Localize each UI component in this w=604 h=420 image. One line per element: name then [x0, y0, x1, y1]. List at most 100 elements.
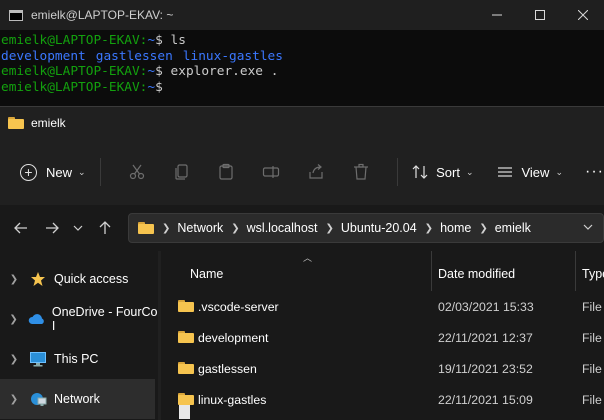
column-header-date[interactable]: Date modified: [438, 267, 515, 281]
sort-icon: [412, 165, 428, 179]
more-options-button[interactable]: ···: [585, 163, 604, 181]
dir-entry: development: [1, 48, 86, 64]
address-bar-row: ❯ Network ❯ wsl.localhost ❯ Ubuntu-20.04…: [0, 205, 604, 251]
nav-item-onedrive[interactable]: ❯ OneDrive - FourCo I: [0, 299, 158, 339]
nav-item-quick-access[interactable]: ❯ Quick access: [0, 259, 158, 299]
chevron-down-icon: ⌄: [465, 166, 474, 177]
maximize-button[interactable]: [518, 0, 561, 30]
file-row[interactable]: development 22/11/2021 12:37 File f: [161, 322, 604, 353]
close-icon: [577, 10, 588, 20]
back-button[interactable]: [6, 222, 37, 234]
sort-button[interactable]: Sort ⌄: [412, 164, 473, 180]
file-date: 02/03/2021 15:33: [438, 299, 534, 314]
rename-button[interactable]: [249, 163, 294, 181]
dir-entry: gastlessen: [95, 48, 173, 64]
minimize-icon: [491, 14, 502, 16]
arrow-up-icon: [99, 221, 111, 234]
nav-label: Quick access: [54, 272, 129, 286]
expand-chevron-icon[interactable]: ❯: [0, 314, 21, 325]
share-icon: [309, 164, 323, 179]
view-icon: [498, 167, 513, 177]
column-header-row: ︿ Name Date modified Type: [161, 251, 604, 291]
file-date: 22/11/2021 12:37: [438, 330, 533, 345]
breadcrumb-home[interactable]: home: [440, 221, 471, 235]
nav-item-network[interactable]: ❯ Network: [0, 379, 155, 419]
cwd-text: ~: [147, 64, 156, 79]
recent-locations-button[interactable]: [67, 225, 89, 231]
file-name: linux-gastles: [198, 392, 267, 407]
delete-button[interactable]: [338, 163, 383, 181]
folder-icon: [8, 117, 24, 129]
folder-icon: [178, 362, 194, 374]
command-text: ls: [170, 33, 186, 48]
file-row[interactable]: linux-gastles 22/11/2021 15:09 File f: [161, 384, 604, 415]
file-type: File f: [582, 392, 604, 407]
copy-button[interactable]: [159, 163, 204, 181]
prompt-text: emielk@LAPTOP-EKAV:: [1, 79, 148, 95]
cut-button[interactable]: [115, 163, 160, 181]
nav-label: This PC: [54, 352, 99, 366]
terminal-icon: [9, 9, 23, 21]
file-row[interactable]: gastlessen 19/11/2021 23:52 File f: [161, 353, 604, 384]
cloud-icon: [27, 311, 46, 327]
address-dropdown-icon[interactable]: [583, 222, 593, 233]
ls-output-line: development gastlessen linux-gastles: [1, 49, 604, 65]
file-row[interactable]: .vscode-server 02/03/2021 15:33 File f: [161, 291, 604, 322]
view-label: View: [521, 164, 550, 180]
chevron-down-icon: [73, 225, 83, 231]
sort-ascending-icon: ︿: [303, 253, 313, 263]
breadcrumb-network[interactable]: Network: [177, 221, 223, 235]
file-list: ︿ Name Date modified Type .vscode-server…: [161, 251, 604, 420]
up-button[interactable]: [89, 221, 120, 235]
nav-label: Network: [54, 392, 100, 406]
command-bar: + New ⌄ Sort ⌄ View ⌄ ···: [0, 139, 604, 205]
breadcrumb-separator: ❯: [162, 222, 171, 234]
chevron-down-icon: ⌄: [555, 166, 563, 177]
view-button[interactable]: View ⌄: [497, 164, 563, 180]
close-button[interactable]: [561, 0, 604, 30]
terminal-line: emielk@LAPTOP-EKAV:~$: [1, 79, 171, 95]
column-divider[interactable]: [431, 251, 432, 291]
breadcrumb-separator: ❯: [231, 222, 240, 234]
breadcrumb-emielk[interactable]: emielk: [495, 221, 531, 235]
command-text: explorer.exe .: [170, 64, 279, 79]
file-type: File f: [582, 361, 604, 376]
explorer-title: emielk: [31, 116, 66, 130]
new-label: New: [46, 164, 73, 180]
terminal-window: emielk@LAPTOP-EKAV: ~ emielk@LAPTOP-EKAV…: [0, 0, 604, 108]
folder-icon: [138, 222, 155, 234]
toolbar-divider: [99, 158, 101, 186]
folder-icon: [178, 393, 194, 405]
toolbar-divider: [397, 158, 399, 186]
breadcrumb-wsl[interactable]: wsl.localhost: [247, 221, 318, 235]
paste-button[interactable]: [204, 163, 249, 181]
expand-chevron-icon[interactable]: ❯: [0, 354, 22, 365]
terminal-titlebar[interactable]: emielk@LAPTOP-EKAV: ~: [0, 0, 604, 30]
new-button[interactable]: + New ⌄: [20, 163, 86, 181]
breadcrumb-ubuntu[interactable]: Ubuntu-20.04: [341, 221, 417, 235]
share-button[interactable]: [294, 163, 339, 181]
arrow-left-icon: [14, 222, 28, 234]
column-header-name[interactable]: Name: [190, 267, 223, 281]
terminal-output[interactable]: emielk@LAPTOP-EKAV:~$ ls development gast…: [0, 30, 604, 95]
plus-icon: +: [20, 163, 37, 181]
chevron-down-icon: ⌄: [78, 166, 86, 177]
breadcrumb-separator: ❯: [479, 222, 488, 234]
monitor-icon: [28, 351, 48, 367]
expand-chevron-icon[interactable]: ❯: [0, 274, 22, 285]
minimize-button[interactable]: [475, 0, 518, 30]
expand-chevron-icon[interactable]: ❯: [0, 394, 22, 405]
forward-button[interactable]: [37, 222, 68, 234]
terminal-line: emielk@LAPTOP-EKAV:~$ explorer.exe .: [1, 64, 279, 79]
explorer-titlebar[interactable]: emielk: [0, 107, 604, 139]
file-type: File f: [582, 299, 604, 314]
breadcrumb-separator: ❯: [424, 222, 434, 234]
column-header-type[interactable]: Type: [582, 267, 604, 281]
file-type: File f: [582, 330, 604, 345]
address-bar[interactable]: ❯ Network ❯ wsl.localhost ❯ Ubuntu-20.04…: [128, 213, 604, 243]
rename-icon: [263, 166, 280, 178]
file-icon: [179, 405, 190, 419]
cwd-text: ~: [147, 33, 156, 48]
nav-item-this-pc[interactable]: ❯ This PC: [0, 339, 158, 379]
column-divider[interactable]: [575, 251, 576, 291]
